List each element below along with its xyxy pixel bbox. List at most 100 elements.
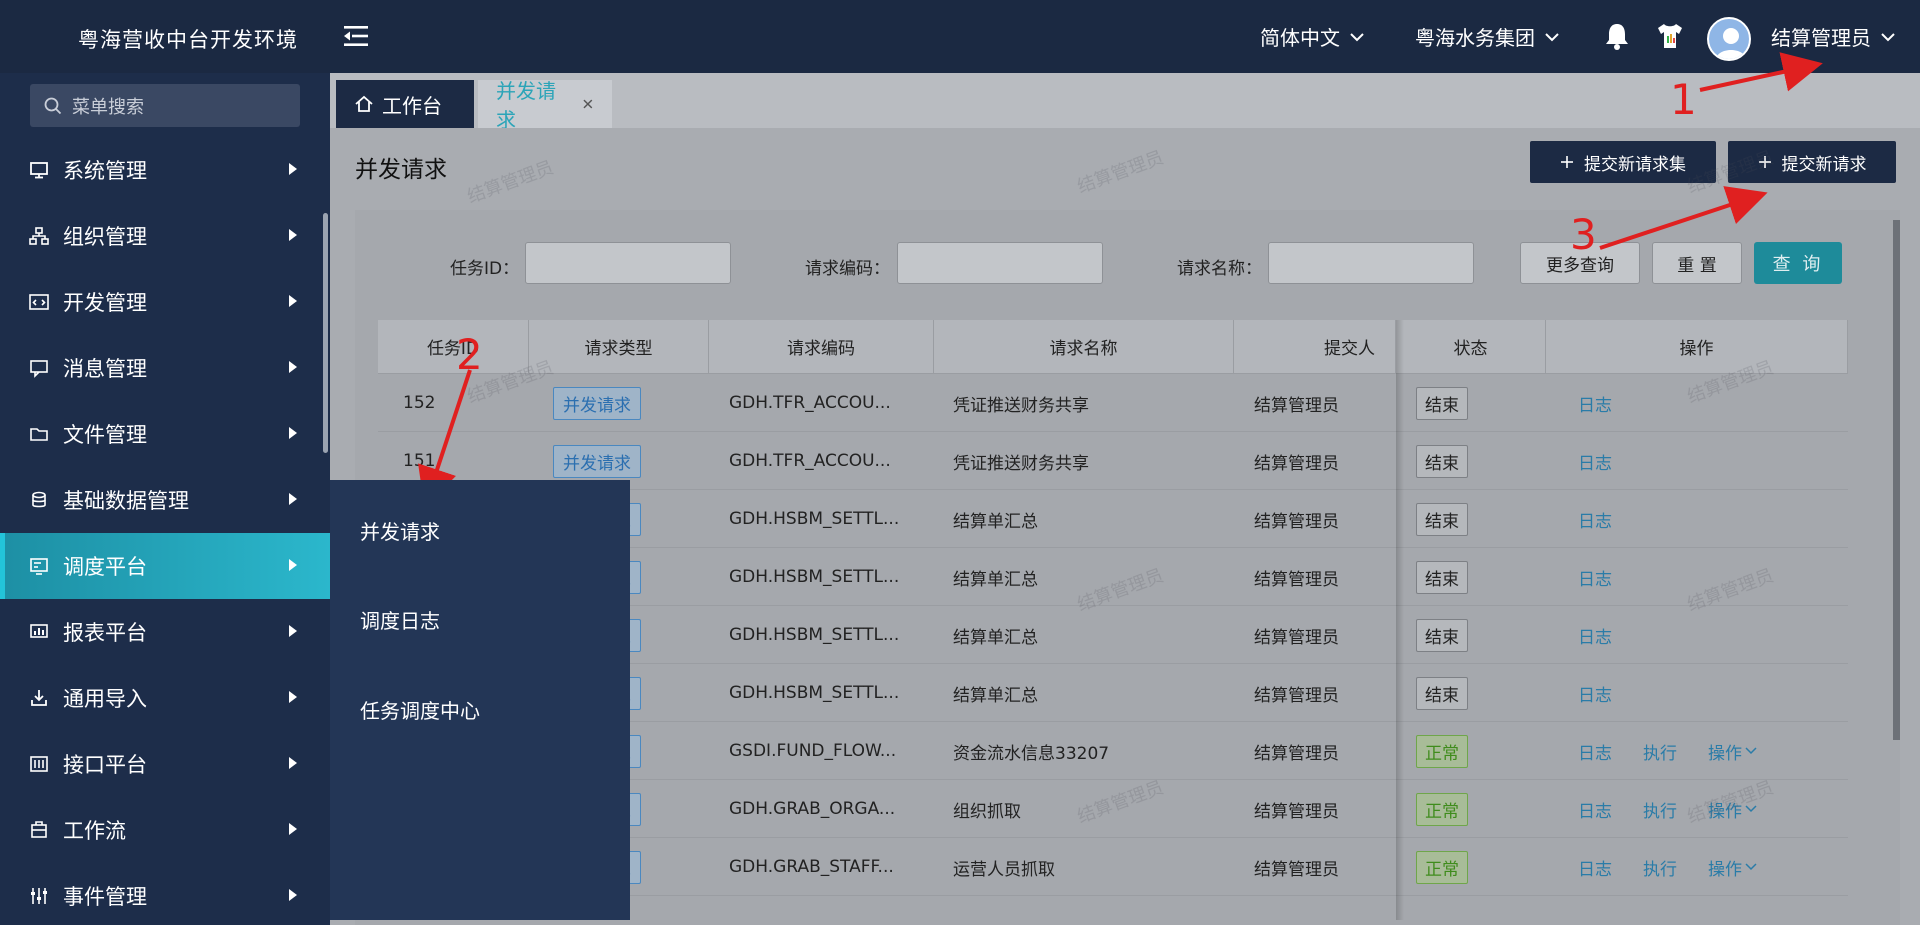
sidebar-item-label: 调度平台: [63, 555, 147, 579]
execute-link[interactable]: 执行: [1643, 797, 1677, 822]
tab-label: 工作台: [382, 93, 442, 118]
column-header: 操作: [1546, 320, 1848, 374]
sidebar-item-schedule[interactable]: 调度平台: [0, 533, 330, 599]
operation-dropdown-link[interactable]: 操作: [1708, 855, 1742, 880]
column-header: 任务ID: [378, 320, 529, 374]
log-link[interactable]: 日志: [1578, 797, 1612, 822]
sidebar-item-label: 系统管理: [63, 159, 147, 183]
log-link[interactable]: 日志: [1578, 623, 1612, 648]
sidebar-item-message[interactable]: 消息管理: [0, 335, 330, 401]
column-header: 状态: [1396, 320, 1546, 374]
language-label: 简体中文: [1260, 26, 1340, 50]
cell-request-code: GDH.TFR_ACCOU...: [729, 451, 891, 471]
schedule-icon: [30, 558, 48, 575]
sidebar: 菜单搜索 系统管理 组织管理 开发管理 消息管理 文件管理 基础数据管理 调度平…: [0, 73, 330, 925]
menu-search-input[interactable]: 菜单搜索: [30, 84, 300, 127]
tab-concurrent-request[interactable]: 并发请求: [478, 79, 612, 132]
column-header: 请求编码: [709, 320, 934, 374]
cell-submitter: 结算管理员: [1254, 627, 1339, 648]
cell-request-name: 资金流水信息33207: [953, 743, 1110, 764]
log-link[interactable]: 日志: [1578, 449, 1612, 474]
sidebar-item-label: 通用导入: [63, 687, 147, 711]
task-id-input[interactable]: [525, 242, 731, 284]
submenu-item-schedule-log[interactable]: 调度日志: [360, 605, 440, 634]
chevron-down-icon: [1350, 32, 1364, 41]
panel-scrollbar[interactable]: [1893, 220, 1900, 740]
column-header: 请求名称: [934, 320, 1234, 374]
sidebar-item-import[interactable]: 通用导入: [0, 665, 330, 731]
theme-shirt-icon[interactable]: [1654, 20, 1686, 52]
cell-submitter: 结算管理员: [1254, 685, 1339, 706]
user-avatar[interactable]: [1707, 17, 1751, 61]
request-code-input[interactable]: [897, 242, 1103, 284]
close-icon[interactable]: [582, 98, 594, 110]
app-title: 粤海营收中台开发环境: [78, 28, 298, 52]
sidebar-item-dev[interactable]: 开发管理: [0, 269, 330, 335]
cell-request-name: 结算单汇总: [953, 685, 1038, 706]
caret-right-icon: [289, 295, 297, 307]
cell-request-code: GDH.HSBM_SETTL...: [729, 625, 900, 645]
cell-request-name: 组织抓取: [953, 801, 1021, 822]
language-selector[interactable]: 简体中文: [1260, 22, 1364, 51]
sidebar-item-basedata[interactable]: 基础数据管理: [0, 467, 330, 533]
execute-link[interactable]: 执行: [1643, 739, 1677, 764]
operation-dropdown-link[interactable]: 操作: [1708, 797, 1742, 822]
request-name-input[interactable]: [1268, 242, 1474, 284]
sidebar-item-system[interactable]: 系统管理: [0, 137, 330, 203]
cell-request-name: 结算单汇总: [953, 511, 1038, 532]
sidebar-item-event[interactable]: 事件管理: [0, 863, 330, 925]
table-row: 152 并发请求 GDH.TFR_ACCOU... 凭证推送财务共享 结算管理员 结束 日志: [378, 374, 1848, 432]
log-link[interactable]: 日志: [1578, 565, 1612, 590]
submit-new-request-button[interactable]: 提交新请求: [1728, 141, 1896, 183]
annotation-number-1: 1: [1670, 75, 1697, 124]
reset-button[interactable]: 重 置: [1652, 242, 1742, 284]
sidebar-item-label: 工作流: [63, 819, 126, 843]
cell-submitter: 结算管理员: [1254, 859, 1339, 880]
column-header: 请求类型: [529, 320, 709, 374]
submenu-item-task-center[interactable]: 任务调度中心: [360, 695, 480, 724]
log-link[interactable]: 日志: [1578, 391, 1612, 416]
sidebar-item-interface[interactable]: 接口平台: [0, 731, 330, 797]
sidebar-item-file[interactable]: 文件管理: [0, 401, 330, 467]
cell-submitter: 结算管理员: [1254, 511, 1339, 532]
log-link[interactable]: 日志: [1578, 507, 1612, 532]
operation-dropdown-link[interactable]: 操作: [1708, 739, 1742, 764]
column-header: 提交人: [1234, 320, 1396, 374]
sidebar-item-workflow[interactable]: 工作流: [0, 797, 330, 863]
chevron-down-icon: [1881, 32, 1895, 41]
log-link[interactable]: 日志: [1578, 681, 1612, 706]
sidebar-item-label: 开发管理: [63, 291, 147, 315]
folder-icon: [30, 428, 48, 441]
status-badge: 正常: [1416, 734, 1468, 768]
log-link[interactable]: 日志: [1578, 855, 1612, 880]
sidebar-item-label: 接口平台: [63, 753, 147, 777]
sidebar-item-report[interactable]: 报表平台: [0, 599, 330, 665]
submenu-item-concurrent-request[interactable]: 并发请求: [360, 516, 440, 545]
plus-icon: [1561, 156, 1573, 168]
tab-workbench[interactable]: 工作台: [336, 80, 474, 128]
log-link[interactable]: 日志: [1578, 739, 1612, 764]
org-selector[interactable]: 粤海水务集团: [1415, 22, 1559, 51]
menu-collapse-icon[interactable]: [342, 22, 372, 50]
submit-request-set-button[interactable]: 提交新请求集: [1530, 141, 1716, 183]
caret-right-icon: [289, 361, 297, 373]
sidebar-item-org[interactable]: 组织管理: [0, 203, 330, 269]
cell-task-id: 152: [403, 393, 436, 413]
bell-icon[interactable]: [1601, 20, 1633, 52]
message-icon: [30, 360, 48, 378]
sidebar-item-label: 消息管理: [63, 357, 147, 381]
database-icon: [32, 491, 46, 508]
status-badge: 结束: [1416, 676, 1468, 710]
execute-link[interactable]: 执行: [1643, 855, 1677, 880]
user-avatar-icon: [1716, 28, 1746, 59]
cell-submitter: 结算管理员: [1254, 453, 1339, 474]
status-badge: 正常: [1416, 792, 1468, 826]
cell-request-code: GDH.HSBM_SETTL...: [729, 567, 900, 587]
status-badge: 正常: [1416, 850, 1468, 884]
user-menu[interactable]: 结算管理员: [1771, 22, 1895, 51]
caret-right-icon: [289, 691, 297, 703]
query-button[interactable]: 查 询: [1754, 242, 1842, 284]
watermark: 结算管理员: [1074, 147, 1167, 198]
cell-request-name: 运营人员抓取: [953, 859, 1055, 880]
menu-search-placeholder: 菜单搜索: [72, 96, 144, 118]
